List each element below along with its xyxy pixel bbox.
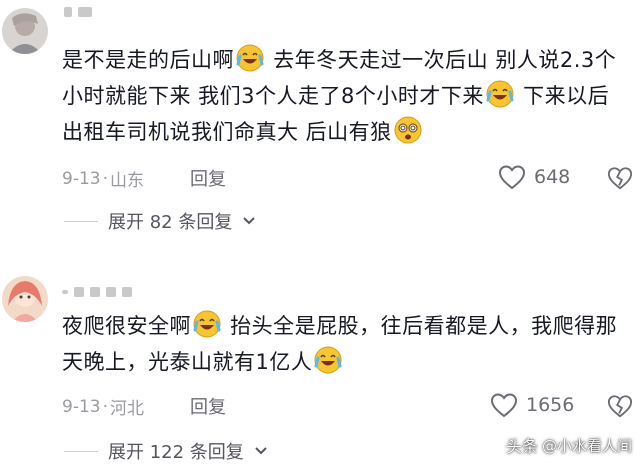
comment-location: 河北 <box>110 399 144 419</box>
divider-line <box>64 220 98 222</box>
watermark-prefix: 头条 <box>505 437 538 456</box>
comment-meta: 9-13 · 河北 <box>62 394 144 420</box>
broken-heart-icon[interactable] <box>607 393 633 419</box>
reply-button[interactable]: 回复 <box>190 165 226 191</box>
comment-text-segment: 夜爬很安全啊 <box>62 314 191 338</box>
username-redacted <box>62 286 132 298</box>
expand-replies-button[interactable]: 展开 122 条回复 <box>64 438 268 464</box>
meta-separator: · <box>102 168 108 189</box>
comment-date: 9-13 <box>62 396 101 417</box>
expand-replies-label: 展开 82 条回复 <box>108 212 233 233</box>
comment-text: 夜爬很安全啊 抬头全是屁股，往后看都是人，我爬得那天晚上，光泰山就有1亿人 <box>62 308 620 380</box>
like-count: 648 <box>534 166 571 188</box>
comment-text-segment: 是不是走的后山啊 <box>62 48 234 72</box>
comment-location: 山东 <box>110 171 144 191</box>
avatar[interactable] <box>2 8 48 54</box>
crying-laugh-emoji <box>486 80 514 108</box>
comment-meta: 9-13 · 山东 <box>62 166 144 192</box>
avatar[interactable] <box>2 276 48 322</box>
broken-heart-icon[interactable] <box>607 165 633 191</box>
heart-icon <box>498 165 526 190</box>
username-redacted <box>64 6 92 18</box>
avatar-image <box>2 276 48 322</box>
crying-laugh-emoji <box>193 310 221 338</box>
reply-button[interactable]: 回复 <box>190 393 226 419</box>
chevron-down-icon <box>243 217 256 225</box>
comment-text: 是不是走的后山啊 去年冬天走过一次后山 别人说2.3个小时就能下来 我们3个人走… <box>62 42 620 150</box>
dizzy-emoji <box>394 116 422 144</box>
like-count: 1656 <box>526 394 575 416</box>
crying-laugh-emoji <box>236 44 264 72</box>
crying-laugh-emoji <box>314 346 342 374</box>
expand-replies-button[interactable]: 展开 82 条回复 <box>64 208 256 234</box>
chevron-down-icon <box>255 447 267 455</box>
divider-line <box>64 450 98 452</box>
avatar-image <box>2 8 48 54</box>
expand-replies-label: 展开 122 条回复 <box>108 442 244 463</box>
meta-separator: · <box>102 396 108 417</box>
watermark-handle: @小水看人间 <box>541 436 632 455</box>
watermark: 头条 @小水看人间 <box>506 433 632 457</box>
like-button[interactable]: 1656 <box>490 392 574 418</box>
like-button[interactable]: 648 <box>498 164 570 190</box>
heart-icon <box>490 393 518 418</box>
comment-1: 是不是走的后山啊 去年冬天走过一次后山 别人说2.3个小时就能下来 我们3个人走… <box>0 0 640 240</box>
comment-date: 9-13 <box>62 168 101 189</box>
